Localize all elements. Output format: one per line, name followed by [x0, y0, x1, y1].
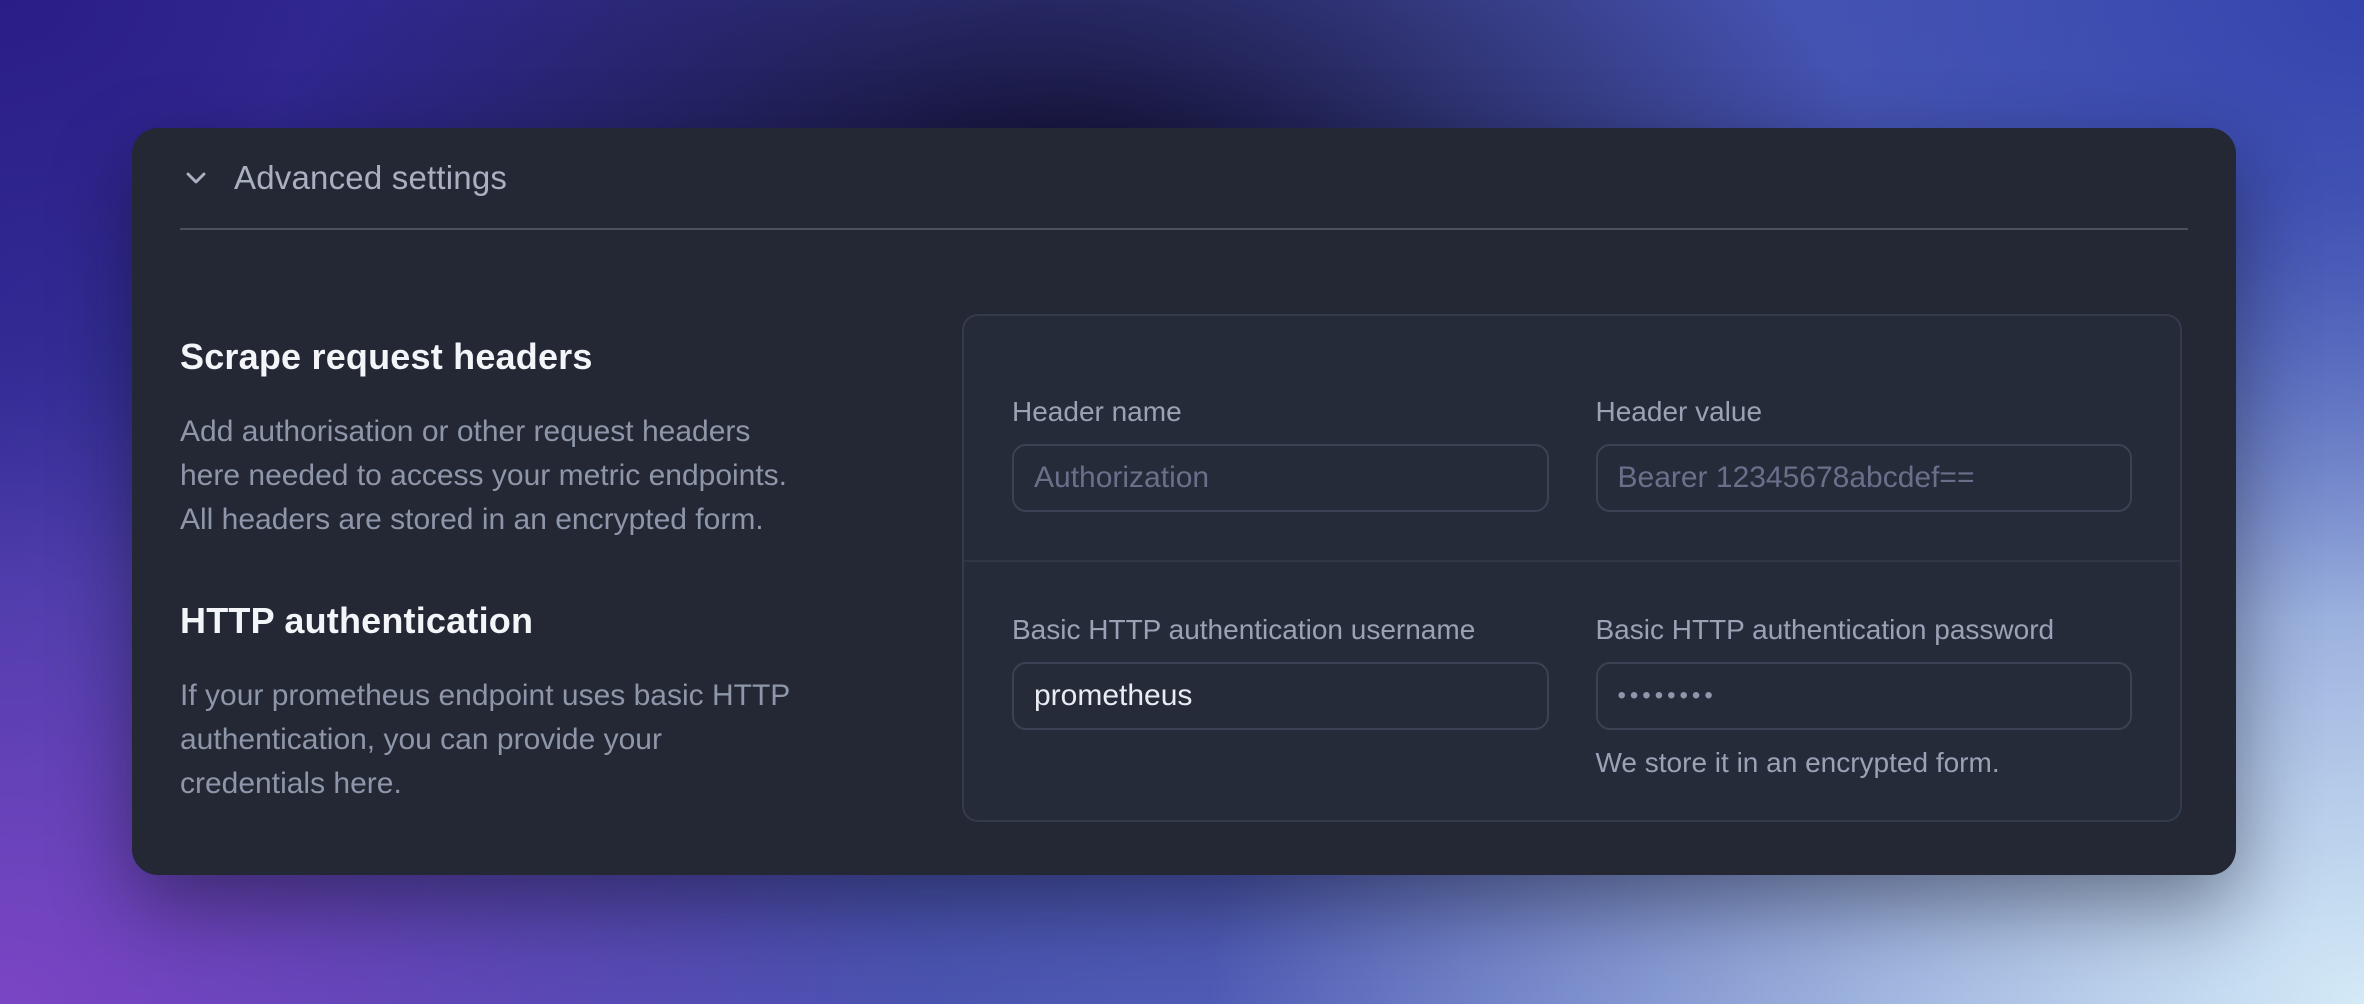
advanced-settings-card: Advanced settings Scrape request headers…: [132, 128, 2236, 875]
password-helper-text: We store it in an encrypted form.: [1595, 747, 2000, 778]
scrape-headers-description: Add authorisation or other request heade…: [180, 415, 788, 536]
header-value-field: Header value: [1595, 394, 2132, 512]
password-label: Basic HTTP authentication password: [1595, 614, 2055, 645]
accordion-header[interactable]: Advanced settings: [132, 128, 2236, 228]
settings-content: Scrape request headers Add authorisation…: [132, 230, 2236, 822]
basic-auth-row: Basic HTTP authentication username Basic…: [964, 562, 2180, 818]
password-input[interactable]: [1595, 662, 2132, 730]
username-label: Basic HTTP authentication username: [1012, 614, 1476, 645]
header-name-label: Header name: [1012, 396, 1182, 427]
header-value-input[interactable]: [1595, 444, 2132, 512]
header-name-input[interactable]: [1012, 444, 1549, 512]
username-input[interactable]: [1012, 662, 1549, 730]
request-headers-row: Header name Header value: [964, 316, 2180, 562]
http-auth-heading: HTTP authentication: [180, 600, 534, 641]
http-auth-description: If your prometheus endpoint uses basic H…: [180, 679, 790, 800]
header-value-label: Header value: [1595, 396, 1763, 427]
page-background: Advanced settings Scrape request headers…: [0, 0, 2364, 1004]
scrape-headers-heading: Scrape request headers: [180, 336, 593, 377]
username-field: Basic HTTP authentication username: [1012, 612, 1549, 780]
header-name-field: Header name: [1012, 394, 1549, 512]
accordion-title: Advanced settings: [234, 159, 508, 196]
description-column: Scrape request headers Add authorisation…: [180, 336, 808, 822]
password-field: Basic HTTP authentication password We st…: [1595, 612, 2132, 780]
form-panel: Header name Header value Basic HTTP auth…: [962, 314, 2182, 822]
chevron-down-icon[interactable]: [180, 162, 212, 194]
